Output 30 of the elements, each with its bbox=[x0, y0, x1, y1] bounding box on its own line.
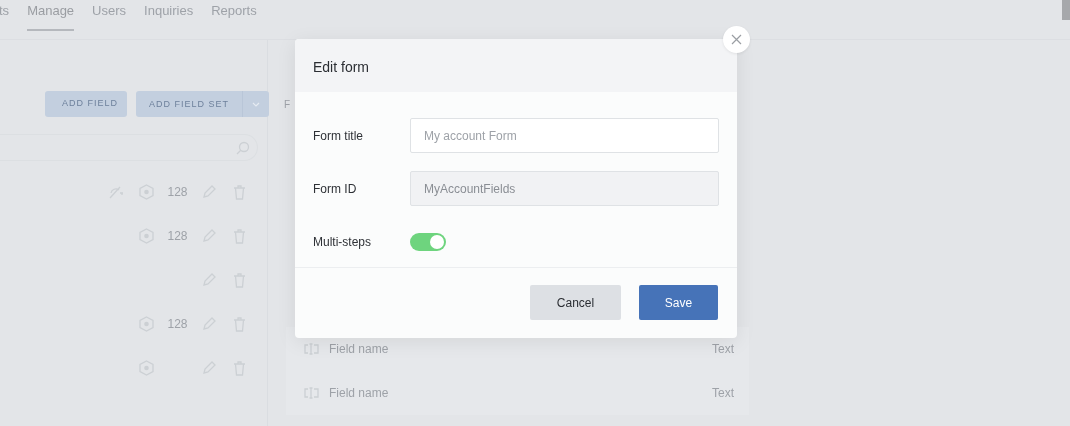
column-heading: F bbox=[284, 98, 293, 112]
close-icon bbox=[731, 34, 742, 45]
close-button[interactable] bbox=[723, 26, 750, 53]
field-label: Multi-steps bbox=[313, 233, 372, 251]
toggle-switch[interactable] bbox=[410, 232, 446, 251]
text-input-icon bbox=[304, 343, 319, 355]
nav-tab[interactable]: Users bbox=[92, 0, 127, 31]
field-label: Form title bbox=[313, 127, 364, 145]
field-count: 128 bbox=[167, 316, 188, 333]
add-field-set-button[interactable]: ADD FIELD SET bbox=[136, 91, 269, 117]
modal-title: Edit form bbox=[295, 39, 737, 92]
save-button[interactable]: Save bbox=[639, 285, 718, 320]
field-count: 128 bbox=[167, 184, 188, 201]
field-label: Form ID bbox=[313, 180, 358, 198]
field-type: Text bbox=[712, 385, 734, 402]
nav-tab[interactable]: ts bbox=[0, 0, 10, 31]
add-field-button[interactable]: ADD FIELD bbox=[45, 91, 127, 117]
text-input-icon bbox=[304, 387, 319, 399]
field-type: Text bbox=[712, 341, 734, 358]
nav-tab[interactable]: Inquiries bbox=[144, 0, 194, 31]
caret-icon bbox=[252, 101, 260, 108]
field-name: Field name bbox=[329, 341, 390, 358]
cancel-button[interactable]: Cancel bbox=[530, 285, 621, 320]
scrollbar[interactable] bbox=[1062, 0, 1070, 20]
field-count: 128 bbox=[167, 228, 188, 245]
field-name: Field name bbox=[329, 385, 390, 402]
nav-tab[interactable]: Manage bbox=[27, 0, 75, 31]
title-field[interactable]: My account Form bbox=[410, 118, 719, 153]
id-field[interactable]: MyAccountFields bbox=[410, 171, 719, 206]
nav-tab[interactable]: Reports bbox=[211, 0, 257, 31]
